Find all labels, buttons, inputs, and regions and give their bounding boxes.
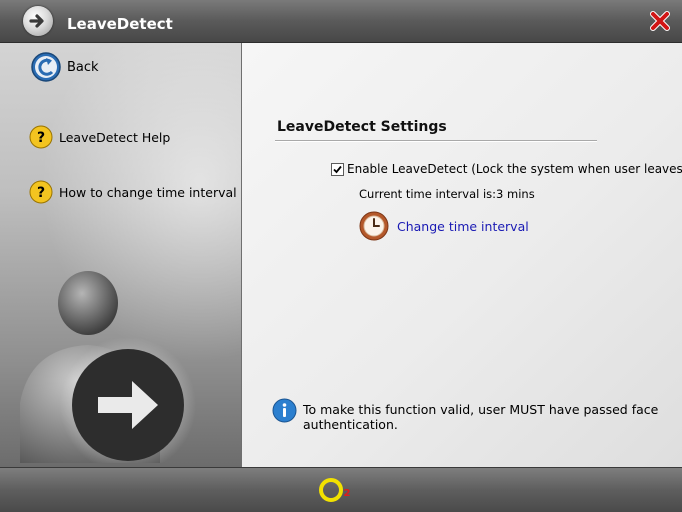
user-leave-arrow-icon xyxy=(20,253,220,467)
sidebar-item-label: How to change time interval xyxy=(59,185,237,200)
back-label: Back xyxy=(67,60,99,75)
back-arrow-icon xyxy=(30,51,62,83)
window-title: LeaveDetect xyxy=(67,15,173,33)
change-time-interval-link[interactable]: Change time interval xyxy=(359,211,529,243)
notice-text: To make this function valid, user MUST h… xyxy=(303,402,659,432)
section-title: LeaveDetect Settings xyxy=(277,119,447,135)
svg-text:?: ? xyxy=(37,185,45,201)
help-icon: ? xyxy=(29,125,53,149)
current-interval-text: Current time interval is:3 mins xyxy=(359,187,535,201)
help-icon: ? xyxy=(29,180,53,204)
info-icon xyxy=(272,398,297,423)
settings-panel: LeaveDetect Settings Enable LeaveDetect … xyxy=(242,43,682,467)
change-time-interval-label: Change time interval xyxy=(397,219,529,234)
section-divider xyxy=(275,140,597,141)
back-button[interactable]: Back xyxy=(30,51,150,85)
enable-leavedetect-checkbox[interactable] xyxy=(331,163,344,176)
title-bar: LeaveDetect xyxy=(0,0,682,43)
sidebar: Back ? LeaveDetect Help ? How to change … xyxy=(0,43,242,467)
footer-bar: 2 xyxy=(0,467,682,512)
sidebar-item-label: LeaveDetect Help xyxy=(59,130,171,145)
o2-logo-icon: 2 xyxy=(318,476,351,504)
clock-icon xyxy=(359,211,389,241)
svg-text:?: ? xyxy=(37,130,45,146)
close-icon[interactable] xyxy=(649,10,671,32)
app-logo-icon xyxy=(23,6,53,36)
o2-logo-text: 2 xyxy=(344,488,350,499)
enable-leavedetect-label[interactable]: Enable LeaveDetect (Lock the system when… xyxy=(347,162,682,176)
